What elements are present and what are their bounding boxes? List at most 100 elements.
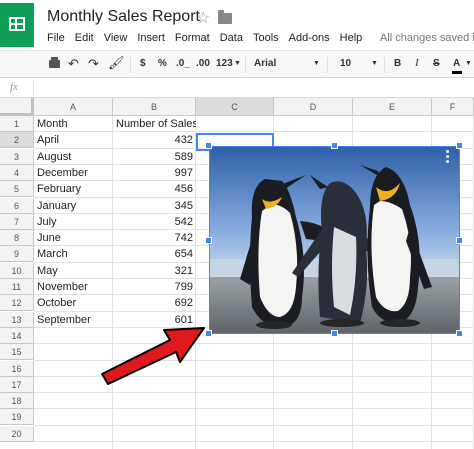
menu-file[interactable]: File <box>47 32 65 46</box>
chevron-down-icon[interactable]: ▼ <box>313 60 320 67</box>
undo-icon[interactable]: ↶ <box>68 56 79 72</box>
resize-handle-bottom[interactable] <box>331 330 338 337</box>
row-header-11[interactable]: 11 <box>0 279 34 295</box>
cell-a9[interactable]: March <box>34 246 113 262</box>
row-header-20[interactable]: 20 <box>0 425 34 442</box>
resize-handle-right[interactable] <box>456 237 463 244</box>
row-header-6[interactable]: 6 <box>0 197 34 214</box>
paint-format-icon[interactable]: 🖌 <box>108 55 125 71</box>
cell-a12[interactable]: October <box>34 295 113 311</box>
document-title[interactable]: Monthly Sales Report <box>47 8 200 26</box>
resize-handle-top-right[interactable] <box>456 142 463 149</box>
row-header-5[interactable]: 5 <box>0 181 34 198</box>
menu-addons[interactable]: Add-ons <box>289 32 330 46</box>
text-color-swatch <box>452 71 462 74</box>
row-header-10[interactable]: 10 <box>0 262 34 279</box>
cell-a10[interactable]: May <box>34 263 113 279</box>
decrease-decimal-button[interactable]: .0_ <box>176 58 190 69</box>
row-header-2[interactable]: 2 <box>0 132 34 149</box>
more-formats-button[interactable]: 123 <box>216 58 233 69</box>
cell-b9[interactable]: 654 <box>113 246 196 262</box>
menu-edit[interactable]: Edit <box>75 32 94 46</box>
cell-a11[interactable]: November <box>34 279 113 295</box>
row-header-18[interactable]: 18 <box>0 393 34 410</box>
cell-a3[interactable]: August <box>34 149 113 165</box>
row-header-7[interactable]: 7 <box>0 213 34 230</box>
cell-b11[interactable]: 799 <box>113 279 196 295</box>
save-status[interactable]: All changes saved in <box>380 32 474 44</box>
toolbar: ↶ ↷ 🖌 $ % .0_ .00 123 ▼ Arial ▼ 10 ▼ B I… <box>0 50 474 78</box>
row-header-19[interactable]: 19 <box>0 409 34 426</box>
redo-icon[interactable]: ↷ <box>88 56 99 72</box>
font-size-select[interactable]: 10 <box>340 58 351 69</box>
strikethrough-button[interactable]: S <box>433 58 440 69</box>
menu-tools[interactable]: Tools <box>253 32 279 46</box>
select-all-corner[interactable] <box>0 98 34 116</box>
chevron-down-icon[interactable]: ▼ <box>234 60 241 67</box>
kebab-menu-icon[interactable] <box>446 150 450 164</box>
title-bar: Monthly Sales Report ☆ File Edit View In… <box>0 0 474 48</box>
row-header-3[interactable]: 3 <box>0 148 34 165</box>
sheets-logo-icon[interactable] <box>0 3 34 47</box>
row-header-8[interactable]: 8 <box>0 230 34 247</box>
menu-view[interactable]: View <box>104 32 128 46</box>
cell-a8[interactable]: June <box>34 230 113 246</box>
cell-a4[interactable]: December <box>34 165 113 181</box>
resize-handle-left[interactable] <box>205 237 212 244</box>
resize-handle-top[interactable] <box>331 142 338 149</box>
menu-data[interactable]: Data <box>220 32 243 46</box>
text-color-button[interactable]: A <box>453 58 460 69</box>
column-header-f[interactable]: F <box>432 98 474 116</box>
cell-b1[interactable]: Number of Sales <box>113 116 196 132</box>
currency-button[interactable]: $ <box>140 58 146 69</box>
cell-b4[interactable]: 997 <box>113 165 196 181</box>
row-header-17[interactable]: 17 <box>0 376 34 393</box>
menu-bar: File Edit View Insert Format Data Tools … <box>47 32 372 46</box>
font-select[interactable]: Arial <box>254 58 276 69</box>
cell-b2[interactable]: 432 <box>113 132 196 148</box>
penguin-image[interactable] <box>209 146 460 334</box>
cell-a5[interactable]: February <box>34 181 113 197</box>
bold-button[interactable]: B <box>394 58 401 69</box>
cell-a1[interactable]: Month <box>34 116 113 132</box>
column-header-d[interactable]: D <box>274 98 353 116</box>
cell-b8[interactable]: 742 <box>113 230 196 246</box>
italic-button[interactable]: I <box>415 57 419 69</box>
row-header-9[interactable]: 9 <box>0 246 34 263</box>
column-header-a[interactable]: A <box>34 98 113 116</box>
cell-a6[interactable]: January <box>34 198 113 214</box>
row-header-14[interactable]: 14 <box>0 327 34 344</box>
column-header-b[interactable]: B <box>113 98 196 116</box>
row-header-1[interactable]: 1 <box>0 116 34 132</box>
menu-help[interactable]: Help <box>340 32 363 46</box>
percent-button[interactable]: % <box>158 58 167 69</box>
print-icon[interactable] <box>49 57 60 68</box>
cell-a2[interactable]: April <box>34 132 113 148</box>
chevron-down-icon[interactable]: ▼ <box>465 60 472 67</box>
cell-b10[interactable]: 321 <box>113 263 196 279</box>
cell-b12[interactable]: 692 <box>113 295 196 311</box>
red-arrow-icon <box>101 327 205 385</box>
cell-b5[interactable]: 456 <box>113 181 196 197</box>
menu-format[interactable]: Format <box>175 32 210 46</box>
row-header-16[interactable]: 16 <box>0 360 34 377</box>
column-header-e[interactable]: E <box>353 98 432 116</box>
star-icon[interactable]: ☆ <box>196 8 210 28</box>
resize-handle-bottom-right[interactable] <box>456 330 463 337</box>
chevron-down-icon[interactable]: ▼ <box>371 60 378 67</box>
cell-a7[interactable]: July <box>34 214 113 230</box>
resize-handle-top-left[interactable] <box>205 142 212 149</box>
column-header-c[interactable]: C <box>196 98 274 116</box>
row-header-15[interactable]: 15 <box>0 344 34 361</box>
cell-b3[interactable]: 589 <box>113 149 196 165</box>
cell-b7[interactable]: 542 <box>113 214 196 230</box>
increase-decimal-button[interactable]: .00 <box>196 58 210 69</box>
row-header-4[interactable]: 4 <box>0 164 34 181</box>
formula-bar: fx <box>0 78 474 98</box>
menu-insert[interactable]: Insert <box>137 32 165 46</box>
cell-b6[interactable]: 345 <box>113 198 196 214</box>
folder-icon[interactable] <box>218 10 232 24</box>
row-header-13[interactable]: 13 <box>0 311 34 328</box>
row-header-12[interactable]: 12 <box>0 295 34 312</box>
penguin-photo <box>210 147 459 333</box>
